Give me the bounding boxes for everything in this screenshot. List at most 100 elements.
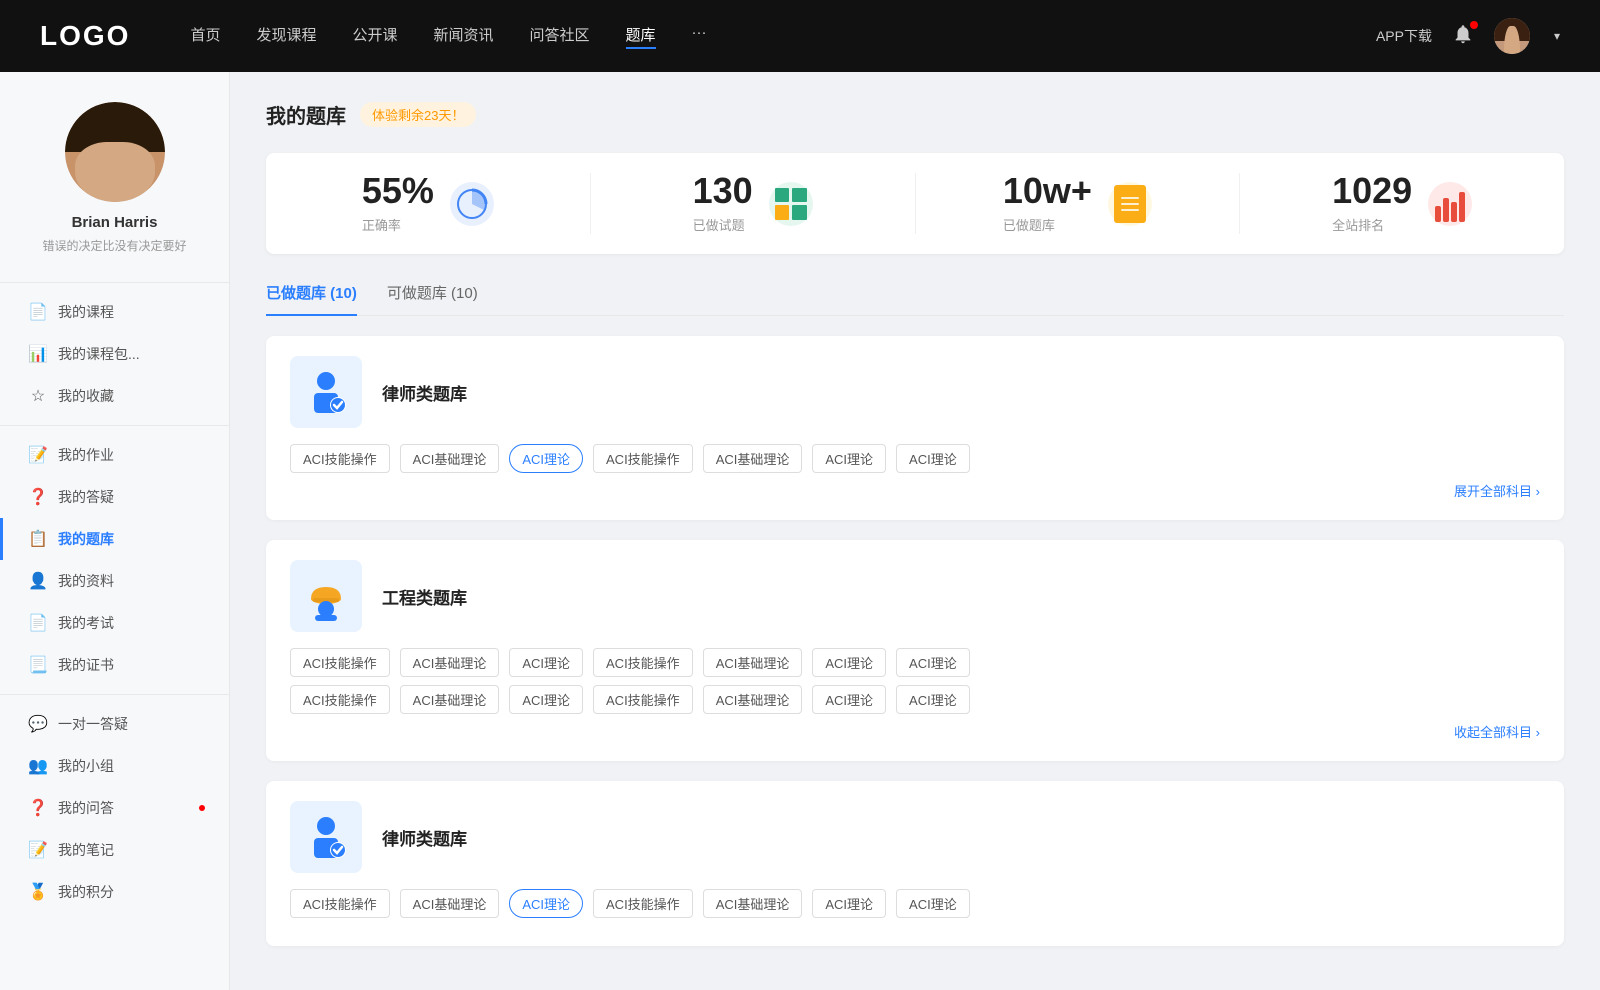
tag-2a-2[interactable]: ACI理论	[509, 648, 583, 677]
tab-done[interactable]: 已做题库 (10)	[266, 282, 357, 315]
accuracy-label: 正确率	[362, 215, 434, 234]
sidebar-item-notes[interactable]: 📝 我的笔记	[0, 829, 229, 871]
tag-1-2[interactable]: ACI理论	[509, 444, 583, 473]
tag-2a-0[interactable]: ACI技能操作	[290, 648, 390, 677]
lawyer-icon-wrap-2	[290, 801, 362, 873]
nav-news[interactable]: 新闻资讯	[434, 24, 494, 49]
tag-1-1[interactable]: ACI基础理论	[400, 444, 500, 473]
logo: LOGO	[40, 20, 130, 52]
tag-2a-1[interactable]: ACI基础理论	[400, 648, 500, 677]
questions-done-icon	[769, 182, 813, 226]
sidebar-avatar	[65, 102, 165, 202]
tabs: 已做题库 (10) 可做题库 (10)	[266, 282, 1564, 316]
page-title: 我的题库	[266, 100, 346, 129]
tags-row-2b: ACI技能操作 ACI基础理论 ACI理论 ACI技能操作 ACI基础理论 AC…	[290, 685, 1540, 714]
sidebar-divider	[0, 282, 229, 283]
questions-done-label: 已做试题	[693, 215, 753, 234]
user-dropdown-arrow[interactable]: ▾	[1554, 29, 1560, 43]
banks-done-value: 10w+	[1003, 173, 1092, 209]
sidebar-item-favorites[interactable]: ☆ 我的收藏	[0, 375, 229, 417]
tag-2b-0[interactable]: ACI技能操作	[290, 685, 390, 714]
sidebar-item-my-qa[interactable]: ❓ 我的问答	[0, 787, 229, 829]
sidebar-item-one-on-one[interactable]: 💬 一对一答疑	[0, 703, 229, 745]
tag-3-1[interactable]: ACI基础理论	[400, 889, 500, 918]
page-wrapper: Brian Harris 错误的决定比没有决定要好 📄 我的课程 📊 我的课程包…	[0, 0, 1600, 990]
nav-more[interactable]: ···	[692, 24, 707, 49]
banks-done-icon	[1108, 182, 1152, 226]
questions-done-value: 130	[693, 173, 753, 209]
tag-2a-6[interactable]: ACI理论	[896, 648, 970, 677]
main-header: 我的题库 体验剩余23天！	[266, 100, 1564, 129]
collapse-link-2[interactable]: 收起全部科目 ›	[290, 722, 1540, 741]
tab-available[interactable]: 可做题库 (10)	[387, 282, 478, 315]
nav-qa[interactable]: 问答社区	[530, 24, 590, 49]
tag-3-6[interactable]: ACI理论	[896, 889, 970, 918]
app-download-link[interactable]: APP下载	[1376, 26, 1432, 46]
points-icon: 🏅	[28, 882, 48, 902]
sidebar-item-question-bank[interactable]: 📋 我的题库	[0, 518, 229, 560]
sidebar-item-points[interactable]: 🏅 我的积分	[0, 871, 229, 913]
tag-1-5[interactable]: ACI理论	[812, 444, 886, 473]
stat-accuracy: 55% 正确率	[266, 173, 591, 234]
tags-row-2a: ACI技能操作 ACI基础理论 ACI理论 ACI技能操作 ACI基础理论 AC…	[290, 648, 1540, 677]
main-content: 我的题库 体验剩余23天！ 55% 正确率	[230, 72, 1600, 990]
profile-icon: 👤	[28, 571, 48, 591]
sidebar-item-questions[interactable]: ❓ 我的答疑	[0, 476, 229, 518]
tag-3-3[interactable]: ACI技能操作	[593, 889, 693, 918]
lawyer-svg-2	[301, 812, 351, 862]
questions-icon: ❓	[28, 487, 48, 507]
sidebar-item-homework[interactable]: 📝 我的作业	[0, 434, 229, 476]
notification-bell[interactable]	[1452, 23, 1474, 50]
tag-2b-1[interactable]: ACI基础理论	[400, 685, 500, 714]
favorites-icon: ☆	[28, 386, 48, 406]
tags-row-3: ACI技能操作 ACI基础理论 ACI理论 ACI技能操作 ACI基础理论 AC…	[290, 889, 1540, 918]
nav-question-bank[interactable]: 题库	[626, 24, 656, 49]
tag-1-6[interactable]: ACI理论	[896, 444, 970, 473]
tag-1-3[interactable]: ACI技能操作	[593, 444, 693, 473]
sidebar-item-group[interactable]: 👥 我的小组	[0, 745, 229, 787]
qbank-card-lawyer-1: 律师类题库 ACI技能操作 ACI基础理论 ACI理论 ACI技能操作 ACI基…	[266, 336, 1564, 520]
qa-notification-dot	[199, 805, 205, 811]
tag-2b-3[interactable]: ACI技能操作	[593, 685, 693, 714]
tag-2a-4[interactable]: ACI基础理论	[703, 648, 803, 677]
nav-public[interactable]: 公开课	[352, 24, 397, 49]
question-bank-icon: 📋	[28, 529, 48, 549]
tag-3-0[interactable]: ACI技能操作	[290, 889, 390, 918]
stat-questions-done: 130 已做试题	[591, 173, 916, 234]
sidebar-item-certificate[interactable]: 📃 我的证书	[0, 644, 229, 686]
navbar: LOGO 首页 发现课程 公开课 新闻资讯 问答社区 题库 ··· APP下载 …	[0, 0, 1600, 72]
tag-1-0[interactable]: ACI技能操作	[290, 444, 390, 473]
rank-value: 1029	[1332, 173, 1412, 209]
nav-home[interactable]: 首页	[190, 24, 220, 49]
tag-3-5[interactable]: ACI理论	[812, 889, 886, 918]
engineer-svg	[301, 571, 351, 621]
sidebar-item-exam[interactable]: 📄 我的考试	[0, 602, 229, 644]
tag-2b-4[interactable]: ACI基础理论	[703, 685, 803, 714]
tag-1-4[interactable]: ACI基础理论	[703, 444, 803, 473]
tag-2b-5[interactable]: ACI理论	[812, 685, 886, 714]
tag-2a-5[interactable]: ACI理论	[812, 648, 886, 677]
rank-label: 全站排名	[1332, 215, 1412, 234]
sidebar-item-profile[interactable]: 👤 我的资料	[0, 560, 229, 602]
sidebar-item-my-course[interactable]: 📄 我的课程	[0, 291, 229, 333]
certificate-icon: 📃	[28, 655, 48, 675]
lawyer-icon-wrap-1	[290, 356, 362, 428]
sidebar-item-course-package[interactable]: 📊 我的课程包...	[0, 333, 229, 375]
stat-banks-done: 10w+ 已做题库	[916, 173, 1241, 234]
one-on-one-icon: 💬	[28, 714, 48, 734]
tag-3-4[interactable]: ACI基础理论	[703, 889, 803, 918]
qbank-card-engineer: 工程类题库 ACI技能操作 ACI基础理论 ACI理论 ACI技能操作 ACI基…	[266, 540, 1564, 761]
tag-2a-3[interactable]: ACI技能操作	[593, 648, 693, 677]
my-qa-icon: ❓	[28, 798, 48, 818]
expand-link-1[interactable]: 展开全部科目 ›	[290, 481, 1540, 500]
nav-discover[interactable]: 发现课程	[256, 24, 316, 49]
user-avatar[interactable]	[1494, 18, 1530, 54]
tag-2b-6[interactable]: ACI理论	[896, 685, 970, 714]
course-package-icon: 📊	[28, 344, 48, 364]
sidebar-username: Brian Harris	[20, 214, 209, 231]
engineer-icon-wrap	[290, 560, 362, 632]
sidebar-divider-3	[0, 694, 229, 695]
tag-3-2[interactable]: ACI理论	[509, 889, 583, 918]
sidebar-menu: 📄 我的课程 📊 我的课程包... ☆ 我的收藏 📝 我的作业 ❓ 我的答疑 �	[0, 291, 229, 913]
tag-2b-2[interactable]: ACI理论	[509, 685, 583, 714]
